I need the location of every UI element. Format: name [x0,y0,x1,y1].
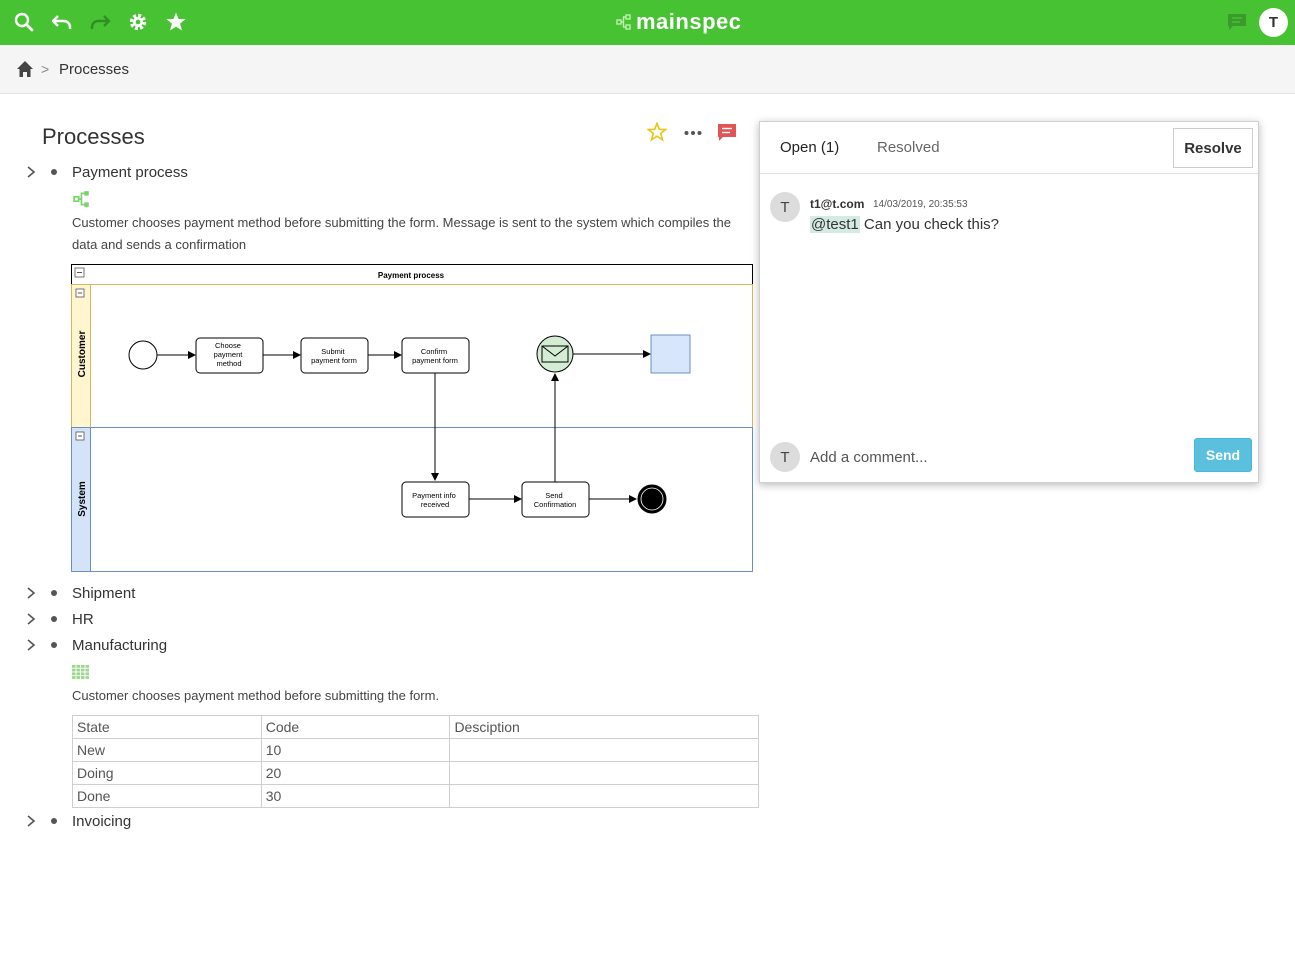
search-icon[interactable] [12,10,36,34]
table-row: Doing 20 [72,761,759,785]
lane-customer-label: Customer [77,331,88,378]
comment-avatar: T [770,192,800,222]
item-description: Customer chooses payment method before s… [72,215,731,252]
table-header-cell[interactable]: Code [260,715,451,739]
diagram-title: Payment process [378,271,445,280]
comments-panel: Open (1) Resolved Resolve T t1@t.com 14/… [759,121,1259,483]
tree-item-label[interactable]: Invoicing [72,813,131,830]
tree-item-label[interactable]: Manufacturing [72,637,167,654]
data-object[interactable] [650,334,691,374]
bullet-icon [51,818,57,824]
chevron-right-icon[interactable] [24,586,38,600]
chevron-right-icon[interactable] [24,814,38,828]
bullet-icon [51,169,57,175]
data-table[interactable]: State Code Desciption New 10 Doing 20 Do… [72,715,759,808]
chevron-right-icon[interactable] [24,638,38,652]
breadcrumb-separator: > [41,61,50,77]
lane-system-label: System [77,481,88,517]
gear-icon[interactable] [126,10,150,34]
table-cell[interactable] [449,784,759,808]
comment-body: Can you check this? [859,216,999,233]
table-cell[interactable]: 30 [260,784,451,808]
page-title: Processes [42,124,145,149]
end-event[interactable] [637,484,667,514]
table-cell[interactable]: Done [72,784,262,808]
favorite-star-icon[interactable] [646,121,668,147]
table-type-icon [72,665,90,684]
item-description: Customer chooses payment method before s… [72,688,440,703]
table-header-cell[interactable]: Desciption [449,715,759,739]
chevron-right-icon[interactable] [24,165,38,179]
table-header-cell[interactable]: State [72,715,262,739]
tab-open[interactable]: Open (1) [780,139,839,156]
table-cell[interactable]: Doing [72,761,262,785]
user-avatar[interactable]: T [1259,8,1288,37]
table-cell[interactable]: 10 [260,738,451,762]
table-row: Done 30 [72,784,759,808]
table-cell[interactable]: 20 [260,761,451,785]
bullet-icon [51,642,57,648]
diagram-type-icon [73,190,91,213]
chevron-right-icon[interactable] [24,612,38,626]
comments-tabs: Open (1) Resolved Resolve [760,122,1258,174]
comment-text: @test1 Can you check this? [810,216,999,233]
table-row: New 10 [72,738,759,762]
chat-icon[interactable] [1225,10,1249,34]
table-header-row: State Code Desciption [72,715,759,739]
bullet-icon [51,616,57,622]
table-cell[interactable] [449,738,759,762]
resolve-button[interactable]: Resolve [1173,128,1253,168]
tab-resolved[interactable]: Resolved [877,139,940,156]
send-button[interactable]: Send [1194,438,1252,472]
tree-item-label[interactable]: Payment process [72,164,188,181]
redo-icon[interactable] [88,10,112,34]
app-logo[interactable]: mainspec [616,8,742,36]
breadcrumb-current[interactable]: Processes [59,61,129,78]
undo-icon[interactable] [50,10,74,34]
table-cell[interactable] [449,761,759,785]
comment-author: t1@t.com [810,197,865,211]
star-icon[interactable] [164,10,188,34]
logo-icon [616,14,631,30]
breadcrumb: > Processes [0,45,1295,94]
comment-input[interactable] [810,445,1180,469]
svg-text:Choose payment method: Choose payment method [214,341,245,368]
comment-flag-icon[interactable] [717,123,737,148]
bpmn-diagram[interactable]: Payment process Customer System Choose p… [71,264,753,572]
home-icon[interactable] [16,60,34,78]
app-name: mainspec [636,9,742,34]
start-event[interactable] [128,340,158,370]
top-bar: mainspec T [0,0,1295,45]
bullet-icon [51,590,57,596]
input-avatar: T [770,442,800,472]
table-cell[interactable]: New [72,738,262,762]
tree-item-label[interactable]: HR [72,611,94,628]
comment-mention[interactable]: @test1 [810,216,860,233]
more-options-icon[interactable] [683,123,703,148]
tree-item-label[interactable]: Shipment [72,585,135,602]
comment-timestamp: 14/03/2019, 20:35:53 [873,199,968,210]
